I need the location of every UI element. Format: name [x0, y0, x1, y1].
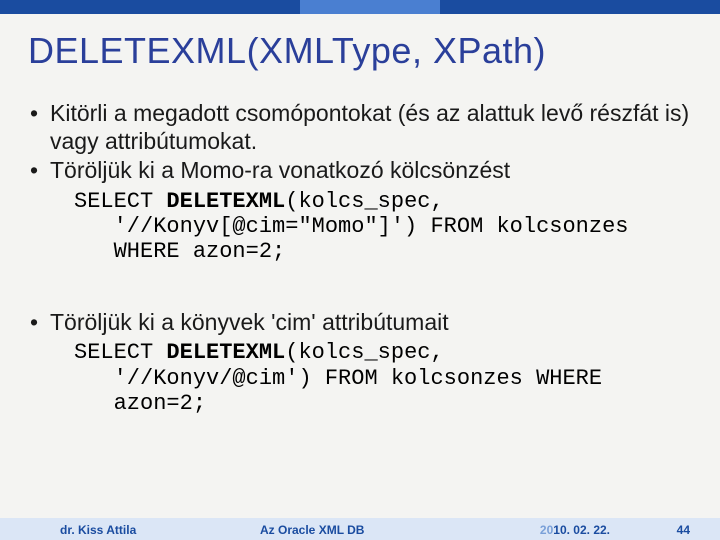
- slide: DELETEXML(XMLType, XPath) Kitörli a mega…: [0, 0, 720, 540]
- footer-author: dr. Kiss Attila: [60, 523, 136, 537]
- code2-select: SELECT: [74, 340, 166, 365]
- code2-rest1: (kolcs_spec,: [285, 340, 443, 365]
- top-bar-accent: [300, 0, 440, 14]
- slide-body: Kitörli a megadott csomópontokat (és az …: [28, 100, 696, 420]
- code1-line3: WHERE azon=2;: [74, 239, 285, 264]
- code1-rest1: (kolcs_spec,: [285, 189, 443, 214]
- footer-date-rest: 10. 02. 22.: [553, 523, 610, 537]
- footer-date: 2010. 02. 22.: [540, 523, 610, 537]
- code2-line3: azon=2;: [74, 391, 206, 416]
- code-block-1: SELECT DELETEXML(kolcs_spec, '//Konyv[@c…: [28, 189, 696, 265]
- footer-bar: dr. Kiss Attila Az Oracle XML DB 2010. 0…: [0, 518, 720, 540]
- code2-func: DELETEXML: [166, 340, 285, 365]
- bullet-list: Kitörli a megadott csomópontokat (és az …: [28, 100, 696, 185]
- code1-func: DELETEXML: [166, 189, 285, 214]
- slide-title: DELETEXML(XMLType, XPath): [28, 30, 700, 72]
- bullet-item-1: Kitörli a megadott csomópontokat (és az …: [28, 100, 696, 155]
- spacer: [28, 269, 696, 309]
- code1-select: SELECT: [74, 189, 166, 214]
- bullet-item-2: Töröljük ki a Momo-ra vonatkozó kölcsönz…: [28, 157, 696, 185]
- footer-page-number: 44: [677, 523, 690, 537]
- code-block-2: SELECT DELETEXML(kolcs_spec, '//Konyv/@c…: [28, 340, 696, 416]
- footer-center: Az Oracle XML DB: [260, 523, 364, 537]
- bullet-list-2: Töröljük ki a könyvek 'cim' attribútumai…: [28, 309, 696, 337]
- footer-date-prefix: 20: [540, 523, 553, 537]
- code2-line2: '//Konyv/@cim') FROM kolcsonzes WHERE: [74, 366, 602, 391]
- code1-line2: '//Konyv[@cim="Momo"]') FROM kolcsonzes: [74, 214, 629, 239]
- bullet-item-3: Töröljük ki a könyvek 'cim' attribútumai…: [28, 309, 696, 337]
